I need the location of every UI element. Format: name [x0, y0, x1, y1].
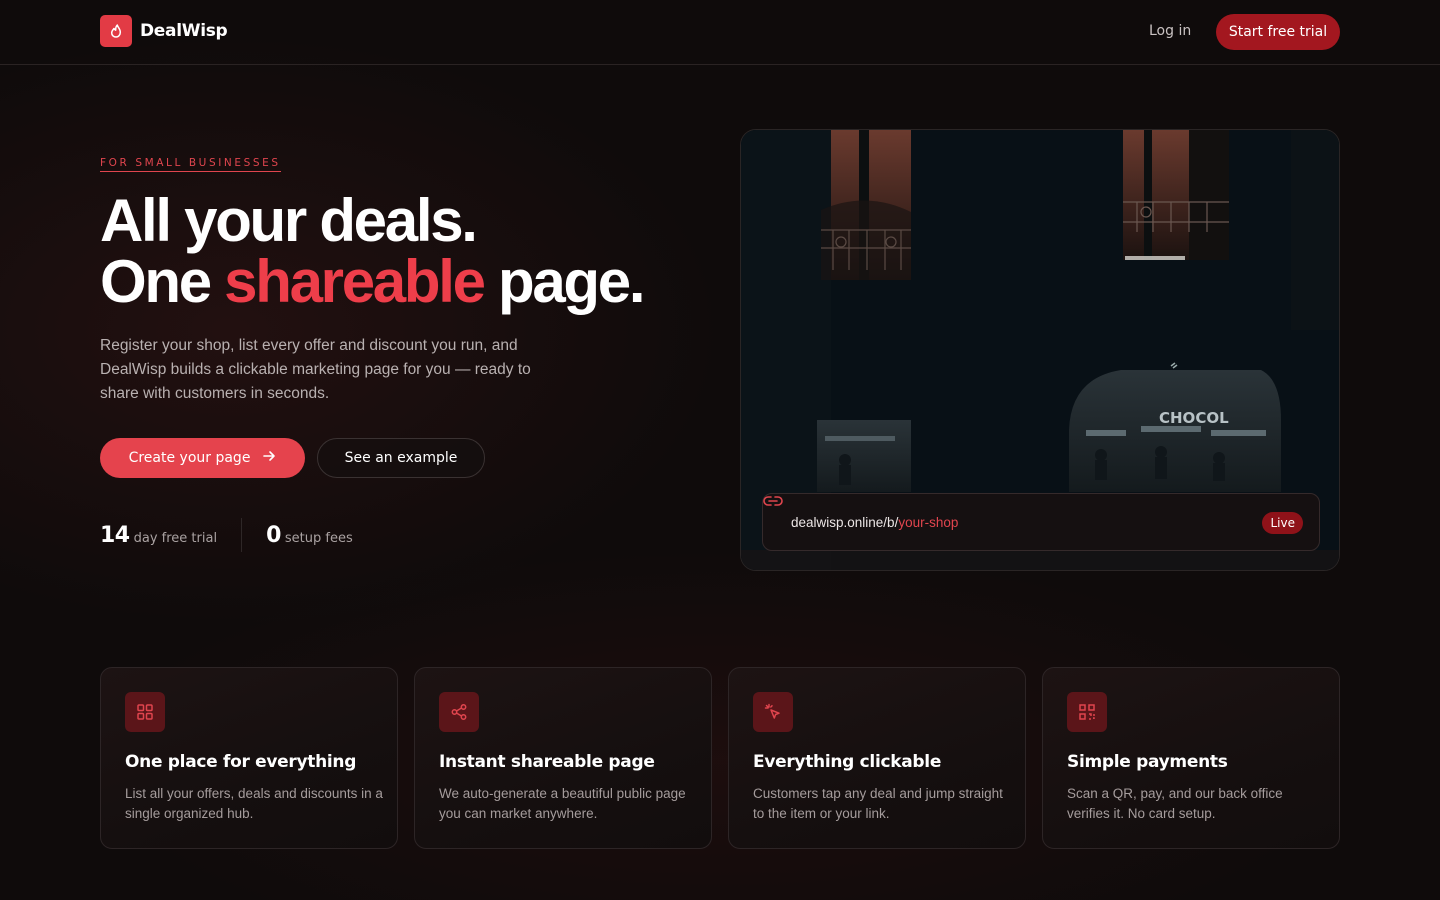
brand-logo[interactable]: DealWisp [100, 15, 228, 47]
shop-preview-card: CHOCOL dealwisp.online/b/your-shop Live [740, 129, 1340, 571]
headline-line-2-suffix: page. [483, 248, 646, 315]
login-link[interactable]: Log in [1149, 23, 1191, 39]
feature-card: Simple payments Scan a QR, pay, and our … [1042, 667, 1340, 849]
url-slug: your-shop [898, 514, 959, 530]
brand-name: DealWisp [140, 21, 228, 41]
qr-code-icon [1067, 692, 1107, 732]
feature-card: Everything clickable Customers tap any d… [728, 667, 1026, 849]
stat-number: 14 [100, 522, 130, 548]
stat-setup-fees: 0 setup fees [266, 523, 353, 548]
url-base: dealwisp.online/b/ [791, 514, 899, 530]
hero-description: Register your shop, list every offer and… [100, 337, 531, 402]
stat-free-trial: 14 day free trial [100, 523, 217, 548]
live-status-badge: Live [1262, 512, 1303, 534]
headline-line-1: All your deals. [100, 187, 478, 254]
arrow-right-icon [262, 449, 276, 467]
cursor-click-icon [753, 692, 793, 732]
feature-description: Scan a QR, pay, and our back office veri… [1067, 786, 1283, 821]
flame-icon [100, 15, 132, 47]
stat-label: day free trial [133, 530, 218, 546]
start-trial-button[interactable]: Start free trial [1216, 14, 1340, 50]
see-example-button[interactable]: See an example [317, 438, 485, 478]
shop-url-bar[interactable]: dealwisp.online/b/your-shop Live [762, 493, 1320, 551]
shop-sign-text: CHOCOL [1159, 409, 1229, 427]
headline-line-2-prefix: One [100, 248, 225, 315]
grid-icon [125, 692, 165, 732]
create-page-label: Create your page [128, 450, 251, 466]
share-icon [439, 692, 479, 732]
create-page-button[interactable]: Create your page [100, 438, 305, 478]
shop-url: dealwisp.online/b/your-shop [791, 515, 958, 530]
stat-label: setup fees [284, 530, 353, 546]
feature-card: Instant shareable page We auto-generate … [414, 667, 712, 849]
feature-description: We auto-generate a beautiful public page… [439, 786, 686, 821]
feature-card: One place for everything List all your o… [100, 667, 398, 849]
site-header: DealWisp Log in Start free trial [0, 0, 1440, 65]
hero-headline: All your deals. One shareable page. [100, 187, 646, 315]
feature-description: List all your offers, deals and discount… [125, 786, 383, 821]
hero-stats: 14 day free trial 0 setup fees [100, 518, 353, 552]
feature-title: Everything clickable [753, 752, 942, 772]
stat-divider [241, 518, 243, 552]
stat-number: 0 [266, 522, 281, 548]
headline-accent-word: shareable [224, 248, 486, 315]
hero-eyebrow: FOR SMALL BUSINESSES [100, 157, 281, 172]
feature-title: Simple payments [1067, 752, 1228, 772]
feature-title: One place for everything [125, 752, 357, 772]
feature-description: Customers tap any deal and jump straight… [753, 786, 1003, 821]
feature-title: Instant shareable page [439, 752, 655, 772]
